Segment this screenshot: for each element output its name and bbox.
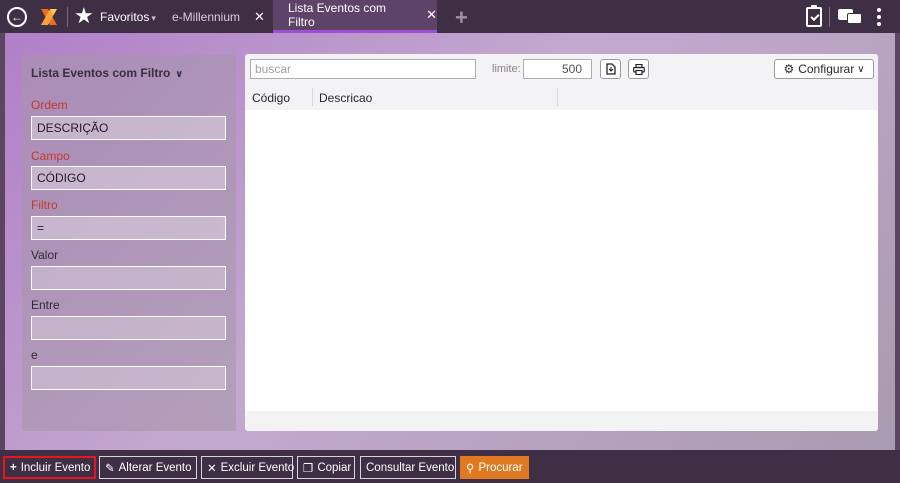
configurar-button[interactable]: ⚙ Configurar ∨ — [774, 59, 874, 79]
grid-footer — [245, 411, 878, 431]
app-logo-icon[interactable] — [38, 6, 60, 28]
ordem-select[interactable]: DESCRIÇÃO ∨ — [31, 116, 226, 140]
column-divider[interactable] — [312, 88, 313, 106]
excluir-evento-label: Excluir Evento — [220, 461, 295, 474]
print-button[interactable] — [628, 59, 649, 79]
excluir-evento-button[interactable]: ✕ Excluir Evento — [201, 456, 295, 479]
grid-header: limite: ⚙ Configurar ∨ Código Descricao — [245, 54, 878, 110]
alterar-evento-button[interactable]: ✎ Alterar Evento — [99, 456, 197, 479]
chevron-down-icon: ∨ — [857, 63, 865, 75]
e-input[interactable] — [31, 366, 226, 390]
incluir-evento-label: Incluir Evento — [20, 461, 91, 474]
tab-e-millennium[interactable]: e-Millennium ✕ — [172, 0, 265, 33]
campo-select-value: CÓDIGO — [37, 171, 86, 185]
chevron-down-icon: ▾ — [151, 13, 156, 23]
valor-label: Valor — [31, 248, 59, 262]
valor-input[interactable] — [31, 266, 226, 290]
star-icon[interactable]: ★ — [74, 4, 94, 28]
more-options-icon[interactable] — [877, 8, 881, 26]
results-grid: limite: ⚙ Configurar ∨ Código Descricao — [245, 54, 878, 431]
column-divider[interactable] — [557, 88, 558, 106]
copy-icon: ❐ — [303, 462, 314, 475]
column-header-codigo[interactable]: Código — [252, 91, 290, 105]
chevron-down-icon: ∨ — [212, 221, 220, 232]
column-header-descricao[interactable]: Descricao — [319, 91, 372, 105]
close-icon[interactable]: ✕ — [426, 7, 437, 23]
plus-icon: + — [10, 461, 17, 474]
incluir-evento-button[interactable]: + Incluir Evento — [3, 456, 96, 479]
copiar-label: Copiar — [317, 461, 352, 474]
tab-lista-eventos[interactable]: Lista Eventos com Filtro ✕ — [273, 0, 437, 33]
consultar-evento-button[interactable]: Consultar Evento — [360, 456, 456, 479]
campo-label: Campo — [31, 149, 70, 163]
action-bar: + Incluir Evento ✎ Alterar Evento ✕ Excl… — [0, 450, 900, 483]
chat-icon[interactable] — [838, 9, 862, 25]
close-icon: ✕ — [207, 462, 217, 475]
copiar-button[interactable]: ❐ Copiar — [297, 456, 355, 479]
consultar-evento-label: Consultar Evento — [366, 461, 455, 474]
limite-input[interactable] — [523, 59, 592, 79]
clipboard-check-icon[interactable] — [806, 5, 822, 27]
file-export-icon — [605, 63, 616, 75]
ordem-select-value: DESCRIÇÃO — [37, 121, 109, 135]
favorites-menu[interactable]: Favoritos ▾ — [100, 10, 156, 24]
back-icon[interactable]: ← — [7, 7, 27, 27]
chevron-down-icon: ∨ — [172, 69, 184, 80]
tab-label: e-Millennium — [172, 9, 241, 24]
divider — [67, 7, 68, 27]
search-icon: ⚲ — [466, 462, 475, 475]
chevron-down-icon: ∨ — [212, 171, 220, 182]
campo-select[interactable]: CÓDIGO ∨ — [31, 166, 226, 190]
edit-icon: ✎ — [105, 462, 115, 475]
limite-label: limite: — [492, 63, 521, 75]
filter-panel-title-text: Lista Eventos com Filtro — [31, 66, 171, 80]
favorites-label: Favoritos — [100, 10, 150, 24]
filtro-select[interactable]: = ∨ — [31, 216, 226, 240]
procurar-button[interactable]: ⚲ Procurar — [460, 456, 529, 479]
search-input[interactable] — [250, 59, 476, 79]
ordem-label: Ordem — [31, 98, 68, 112]
filtro-label: Filtro — [31, 198, 58, 212]
entre-input[interactable] — [31, 316, 226, 340]
print-icon — [632, 63, 645, 75]
tab-label: Lista Eventos com Filtro — [288, 1, 387, 29]
chevron-down-icon: ∨ — [212, 121, 220, 132]
e-label: e — [31, 348, 38, 362]
top-bar: ← ★ Favoritos ▾ e-Millennium ✕ Lista Even… — [0, 0, 900, 33]
filtro-select-value: = — [37, 221, 45, 235]
filter-panel-title[interactable]: Lista Eventos com Filtro ∨ — [31, 66, 183, 80]
procurar-label: Procurar — [478, 461, 523, 474]
alterar-evento-label: Alterar Evento — [118, 461, 192, 474]
gear-icon: ⚙ — [783, 62, 795, 76]
add-tab-icon[interactable]: + — [455, 7, 468, 29]
divider — [829, 7, 830, 27]
configurar-label: Configurar — [798, 62, 855, 76]
entre-label: Entre — [31, 298, 60, 312]
export-file-button[interactable] — [600, 59, 621, 79]
close-icon[interactable]: ✕ — [254, 9, 265, 25]
